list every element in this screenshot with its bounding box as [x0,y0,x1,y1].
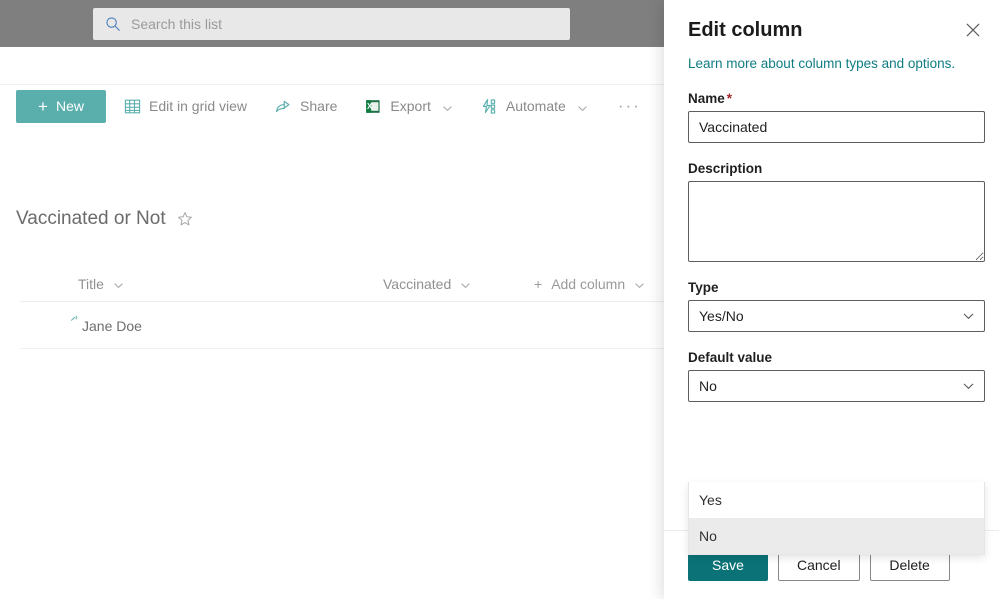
list-title-row: Vaccinated or Not [16,208,193,230]
dropdown-option-yes[interactable]: Yes [689,482,984,518]
field-name: Name * [688,91,985,143]
close-icon [966,23,980,37]
new-item-sparkle-icon [70,314,82,326]
dropdown-option-no-label: No [699,528,717,544]
star-icon[interactable] [177,211,193,227]
share-icon [275,98,292,115]
default-value-dropdown-value: No [699,378,717,394]
column-header-vaccinated[interactable]: Vaccinated [383,276,471,292]
chevron-down-icon [442,101,453,112]
add-column-button[interactable]: + Add column [534,276,645,292]
close-button[interactable] [959,16,987,44]
plus-icon: + [534,275,543,292]
panel-header: Edit column [664,0,999,44]
more-commands-button[interactable]: ··· [608,96,651,116]
default-value-field-label: Default value [688,350,773,365]
add-column-label: Add column [551,275,626,292]
automate-icon [481,98,498,115]
cell-title-text: Jane Doe [82,317,142,334]
chevron-down-icon [460,278,471,289]
field-type: Type Yes/No [688,280,985,332]
share-label: Share [300,98,338,114]
name-label-text: Name [688,91,725,106]
automate-button[interactable]: Automate [471,86,598,126]
edit-column-panel: Edit column Learn more about column type… [664,0,999,599]
list-row-divider [20,348,680,349]
excel-icon: X [365,98,382,115]
default-value-dropdown[interactable]: No [688,370,985,402]
chevron-down-icon [634,278,645,289]
search-icon [105,16,121,32]
search-input[interactable]: Search this list [93,8,570,40]
learn-more-link[interactable]: Learn more about column types and option… [688,55,975,73]
page-title: Vaccinated or Not [16,208,166,229]
plus-icon: + [38,96,48,116]
type-dropdown-value: Yes/No [699,308,744,324]
column-header-vaccinated-label: Vaccinated [383,275,452,292]
required-marker: * [726,91,733,106]
new-button-label: New [55,98,84,114]
edit-in-grid-view-label: Edit in grid view [149,98,248,114]
edit-in-grid-view-button[interactable]: Edit in grid view [114,86,257,126]
chevron-down-icon [962,310,975,323]
screen-root: Search this list + New Edit in grid view… [0,0,999,599]
name-field-label: Name * [688,91,975,106]
chevron-down-icon [577,101,588,112]
export-button[interactable]: X Export [355,86,462,126]
column-header-title-label: Title [78,275,104,292]
cell-title[interactable]: Jane Doe [70,315,142,334]
dropdown-option-no[interactable]: No [689,518,984,554]
name-input[interactable] [688,111,985,143]
field-default-value: Default value No [688,350,985,402]
export-label: Export [390,98,431,114]
description-field-label: Description [688,161,763,176]
dropdown-option-yes-label: Yes [699,492,722,508]
field-description: Description [688,161,985,262]
share-button[interactable]: Share [265,86,347,126]
new-button[interactable]: + New [16,89,106,123]
svg-text:X: X [367,102,373,111]
automate-label: Automate [505,98,566,114]
panel-title: Edit column [688,19,803,41]
description-textarea[interactable] [688,181,985,262]
default-value-dropdown-list: Yes No [688,482,985,555]
type-dropdown[interactable]: Yes/No [688,300,985,332]
grid-icon [124,98,141,115]
type-field-label: Type [688,280,719,295]
column-header-title[interactable]: Title [78,276,124,292]
chevron-down-icon [113,278,124,289]
panel-content: Name* Description Type Yes/No [664,73,999,555]
chevron-down-icon [962,380,975,393]
search-placeholder: Search this list [131,16,223,32]
